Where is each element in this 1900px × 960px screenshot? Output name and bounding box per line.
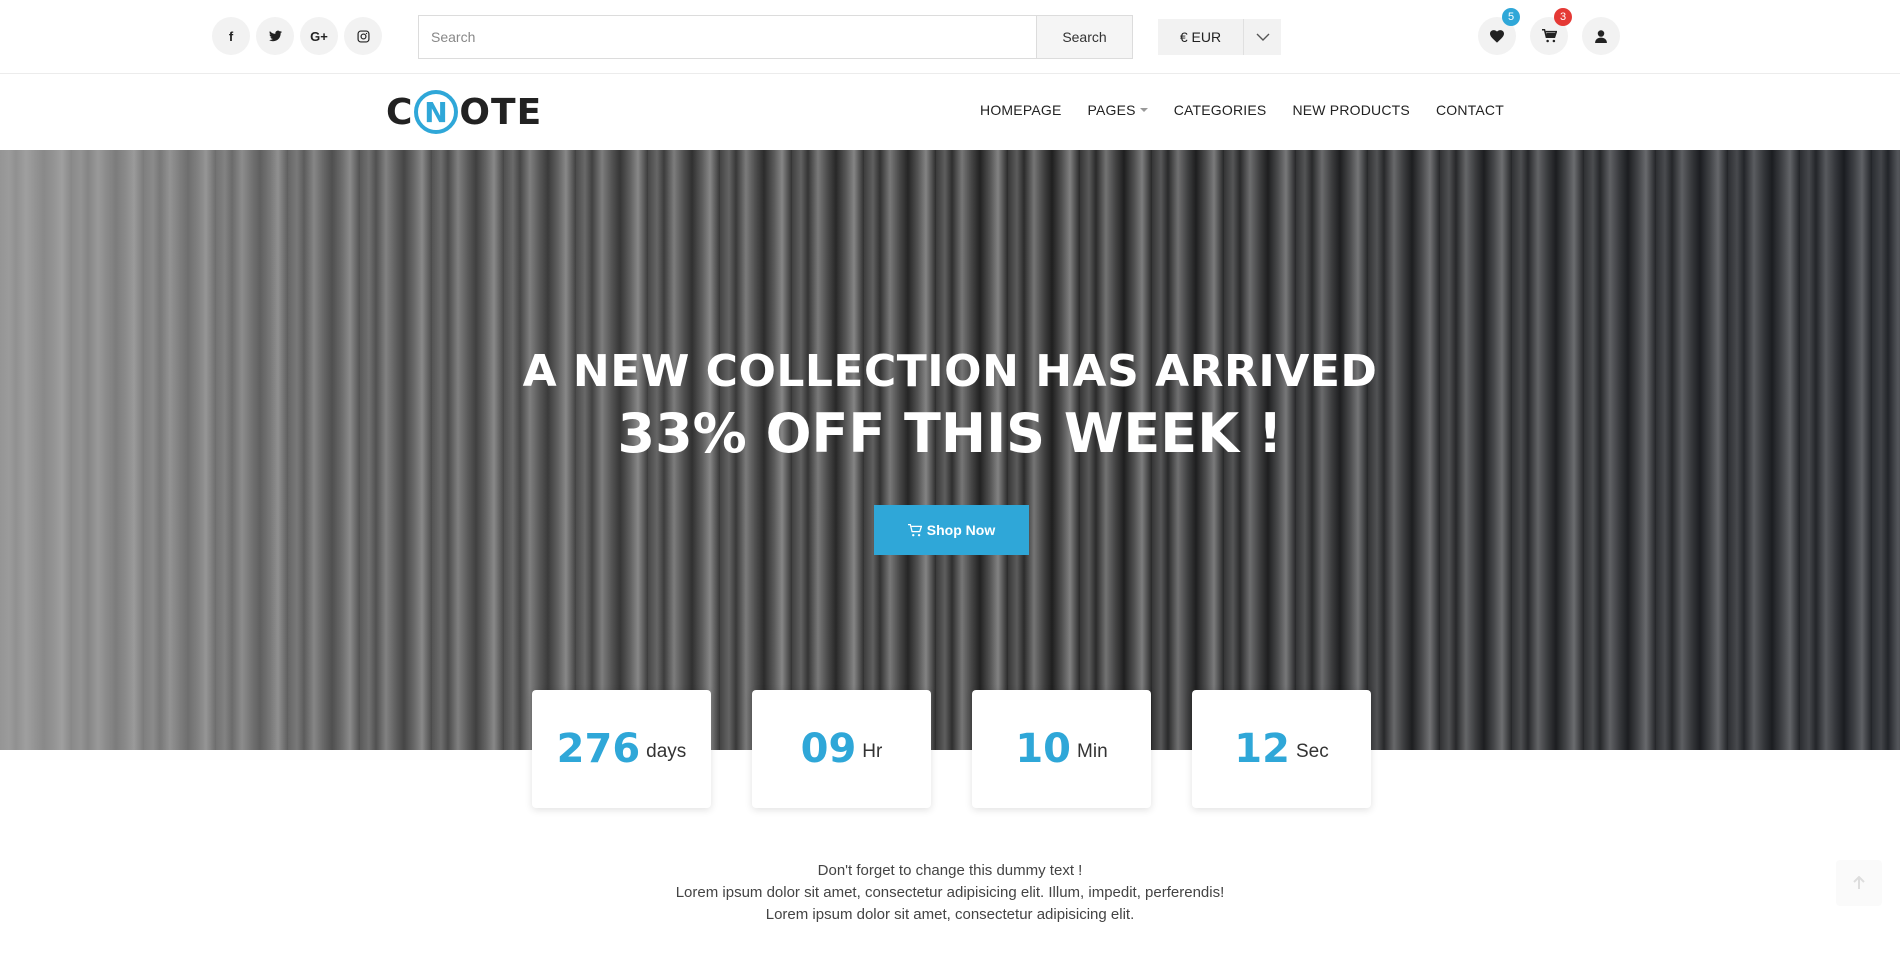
hero-subtitle: 33% OFF THIS WEEK ! [617, 402, 1283, 465]
nav-item-label: PAGES [1087, 102, 1136, 118]
twitter-icon[interactable] [256, 17, 294, 55]
countdown-unit: Hr [862, 741, 883, 762]
nav-item-contact[interactable]: CONTACT [1436, 102, 1504, 118]
account-button[interactable] [1582, 17, 1620, 55]
search-bar: Search [418, 15, 1133, 59]
nav-item-label: NEW PRODUCTS [1292, 102, 1410, 118]
nav-item-new-products[interactable]: NEW PRODUCTS [1292, 102, 1410, 118]
main-navigation: C N OTE HOMEPAGE PAGES CATEGORIES NEW PR… [0, 74, 1900, 150]
nav-item-pages[interactable]: PAGES [1087, 102, 1148, 118]
countdown-timer: 276 days 09 Hr 10 Min 12 Sec [532, 690, 1371, 808]
currency-selector[interactable]: € EUR [1158, 19, 1281, 55]
countdown-days: 276 days [532, 690, 711, 808]
nav-menu: HOMEPAGE PAGES CATEGORIES NEW PRODUCTS C… [980, 102, 1504, 118]
promo-text-line: Don't forget to change this dummy text ! [817, 862, 1083, 879]
instagram-icon[interactable] [344, 17, 382, 55]
nav-item-label: CATEGORIES [1173, 102, 1267, 118]
social-links: f G+ [212, 17, 382, 55]
logo-suffix: OTE [459, 91, 543, 133]
cart-icon [907, 523, 922, 536]
nav-item-homepage[interactable]: HOMEPAGE [980, 102, 1061, 118]
wishlist-count-badge: 5 [1502, 8, 1520, 26]
shop-now-label: Shop Now [926, 522, 996, 538]
caret-down-icon [1139, 108, 1148, 112]
google-plus-icon[interactable]: G+ [300, 17, 338, 55]
hero-banner: A NEW COLLECTION HAS ARRIVED 33% OFF THI… [0, 150, 1900, 750]
scroll-to-top-button[interactable] [1836, 860, 1882, 906]
facebook-icon[interactable]: f [212, 17, 250, 55]
promo-text-line: Lorem ipsum dolor sit amet, consectetur … [675, 884, 1225, 901]
top-bar: f G+ Search € EUR 5 3 [0, 0, 1900, 74]
cart-button[interactable]: 3 [1530, 8, 1572, 55]
logo-prefix: C [386, 91, 414, 133]
countdown-unit: Min [1077, 741, 1108, 762]
countdown-hours: 09 Hr [752, 690, 931, 808]
hero-title: A NEW COLLECTION HAS ARRIVED [522, 346, 1378, 397]
logo-circle: N [414, 90, 459, 134]
hero-content: A NEW COLLECTION HAS ARRIVED 33% OFF THI… [0, 150, 1900, 750]
countdown-value: 09 [800, 726, 857, 772]
search-input[interactable] [419, 16, 1036, 58]
countdown-value: 10 [1015, 726, 1072, 772]
promo-text-line: Lorem ipsum dolor sit amet, consectetur … [765, 906, 1135, 923]
arrow-up-icon [1853, 876, 1865, 889]
site-logo[interactable]: C N OTE [386, 90, 542, 134]
chevron-down-icon[interactable] [1244, 19, 1281, 55]
countdown-unit: days [646, 741, 687, 762]
promo-text: Don't forget to change this dummy text !… [0, 860, 1900, 926]
user-icon [1595, 29, 1607, 43]
countdown-value: 276 [556, 726, 641, 772]
currency-label: € EUR [1158, 19, 1244, 55]
nav-item-categories[interactable]: CATEGORIES [1174, 102, 1267, 118]
account-icons: 5 3 [1478, 8, 1620, 55]
wishlist-button[interactable]: 5 [1478, 8, 1520, 55]
shop-now-button[interactable]: Shop Now [874, 505, 1029, 555]
countdown-unit: Sec [1295, 741, 1329, 762]
countdown-value: 12 [1234, 726, 1290, 772]
countdown-seconds: 12 Sec [1192, 690, 1371, 808]
heart-icon [1490, 29, 1504, 43]
search-button[interactable]: Search [1036, 16, 1132, 58]
nav-item-label: HOMEPAGE [980, 102, 1062, 118]
cart-icon [1541, 29, 1557, 43]
countdown-minutes: 10 Min [972, 690, 1151, 808]
cart-count-badge: 3 [1554, 8, 1572, 26]
nav-item-label: CONTACT [1435, 102, 1504, 118]
